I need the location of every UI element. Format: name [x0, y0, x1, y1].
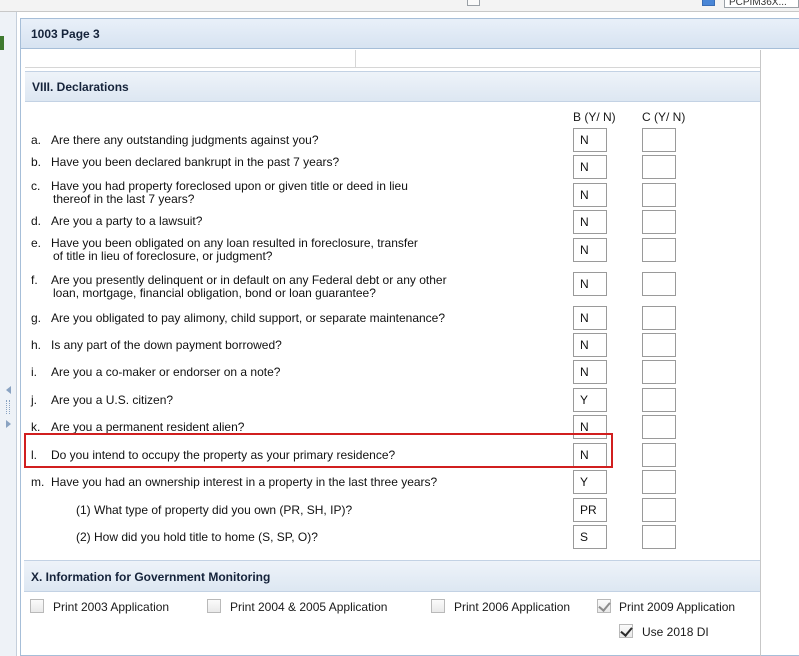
answer-m2-b[interactable]: S	[573, 525, 607, 549]
question-c: c. Have you had property foreclosed upon …	[31, 179, 408, 206]
print-2004-2005-checkbox[interactable]	[207, 599, 221, 613]
print-2006-label: Print 2006 Application	[454, 600, 571, 614]
answer-d-b[interactable]: N	[573, 210, 607, 234]
answer-f-b[interactable]: N	[573, 272, 607, 296]
answer-m1-c[interactable]	[642, 498, 676, 522]
question-h: h. Is any part of the down payment borrow…	[31, 338, 282, 352]
left-gutter	[0, 12, 17, 656]
answer-e-b[interactable]: N	[573, 238, 607, 262]
monitoring-header: X. Information for Government Monitoring	[24, 560, 760, 592]
grip-icon	[6, 400, 10, 414]
question-j: j. Are you a U.S. citizen?	[31, 393, 174, 407]
question-m2: (2) How did you hold title to home (S, S…	[76, 530, 318, 544]
print-2003-label: Print 2003 Application	[53, 600, 170, 614]
column-header-c: C (Y/ N)	[642, 110, 686, 124]
answer-i-b[interactable]: N	[573, 360, 607, 384]
answer-g-c[interactable]	[642, 306, 676, 330]
answer-b-c[interactable]	[642, 155, 676, 179]
declarations-header: VIII. Declarations	[25, 71, 760, 102]
answer-c-c[interactable]	[642, 183, 676, 207]
print-2003-checkbox[interactable]	[30, 599, 44, 613]
answer-m-b[interactable]: Y	[573, 470, 607, 494]
answer-i-c[interactable]	[642, 360, 676, 384]
answer-m2-c[interactable]	[642, 525, 676, 549]
answer-m1-b[interactable]: PR	[573, 498, 607, 522]
answer-l-c[interactable]	[642, 443, 676, 467]
answer-h-b[interactable]: N	[573, 333, 607, 357]
answer-g-b[interactable]: N	[573, 306, 607, 330]
answer-m-c[interactable]	[642, 470, 676, 494]
panel-splitter-handle[interactable]	[6, 384, 12, 432]
answer-a-b[interactable]: N	[573, 128, 607, 152]
expand-right-icon[interactable]	[6, 420, 11, 428]
answer-b-b[interactable]: N	[573, 155, 607, 179]
toolbar-checkbox-checked[interactable]	[702, 0, 715, 6]
answer-k-c[interactable]	[642, 415, 676, 439]
gutter-marker	[0, 36, 4, 50]
question-g: g. Are you obligated to pay alimony, chil…	[31, 311, 446, 325]
declarations-section: VIII. Declarations	[25, 71, 760, 102]
toolbar-field[interactable]: PCPIM36X...	[724, 0, 799, 8]
answer-j-c[interactable]	[642, 388, 676, 412]
answer-j-b[interactable]: Y	[573, 388, 607, 412]
toolbar-checkbox[interactable]	[467, 0, 480, 6]
top-toolbar-strip: PCPIM36X...	[0, 0, 799, 12]
question-a: a. Are there any outstanding judgments ag…	[31, 133, 319, 147]
use-2018-di-label: Use 2018 DI	[642, 625, 709, 639]
answer-h-c[interactable]	[642, 333, 676, 357]
question-m1: (1) What type of property did you own (P…	[76, 503, 353, 517]
collapse-left-icon[interactable]	[6, 386, 11, 394]
use-2018-di-checkbox[interactable]	[619, 624, 633, 638]
question-e: e. Have you been obligated on any loan re…	[31, 236, 418, 263]
question-d: d. Are you a party to a lawsuit?	[31, 214, 203, 228]
answer-e-c[interactable]	[642, 238, 676, 262]
page-title: 1003 Page 3	[21, 19, 799, 49]
print-2009-checkbox[interactable]	[597, 599, 611, 613]
previous-section-row	[25, 50, 760, 68]
question-f: f. Are you presently delinquent or in def…	[31, 273, 447, 300]
highlight-box	[24, 433, 613, 468]
answer-c-b[interactable]: N	[573, 183, 607, 207]
question-b: b. Have you been declared bankrupt in the…	[31, 155, 340, 169]
column-header-b: B (Y/ N)	[573, 110, 616, 124]
print-2006-checkbox[interactable]	[431, 599, 445, 613]
answer-a-c[interactable]	[642, 128, 676, 152]
print-2004-2005-label: Print 2004 & 2005 Application	[230, 600, 388, 614]
print-2009-label: Print 2009 Application	[619, 600, 736, 614]
answer-d-c[interactable]	[642, 210, 676, 234]
question-i: i. Are you a co-maker or endorser on a no…	[31, 365, 281, 379]
answer-f-c[interactable]	[642, 272, 676, 296]
question-m: m. Have you had an ownership interest in …	[31, 475, 438, 489]
